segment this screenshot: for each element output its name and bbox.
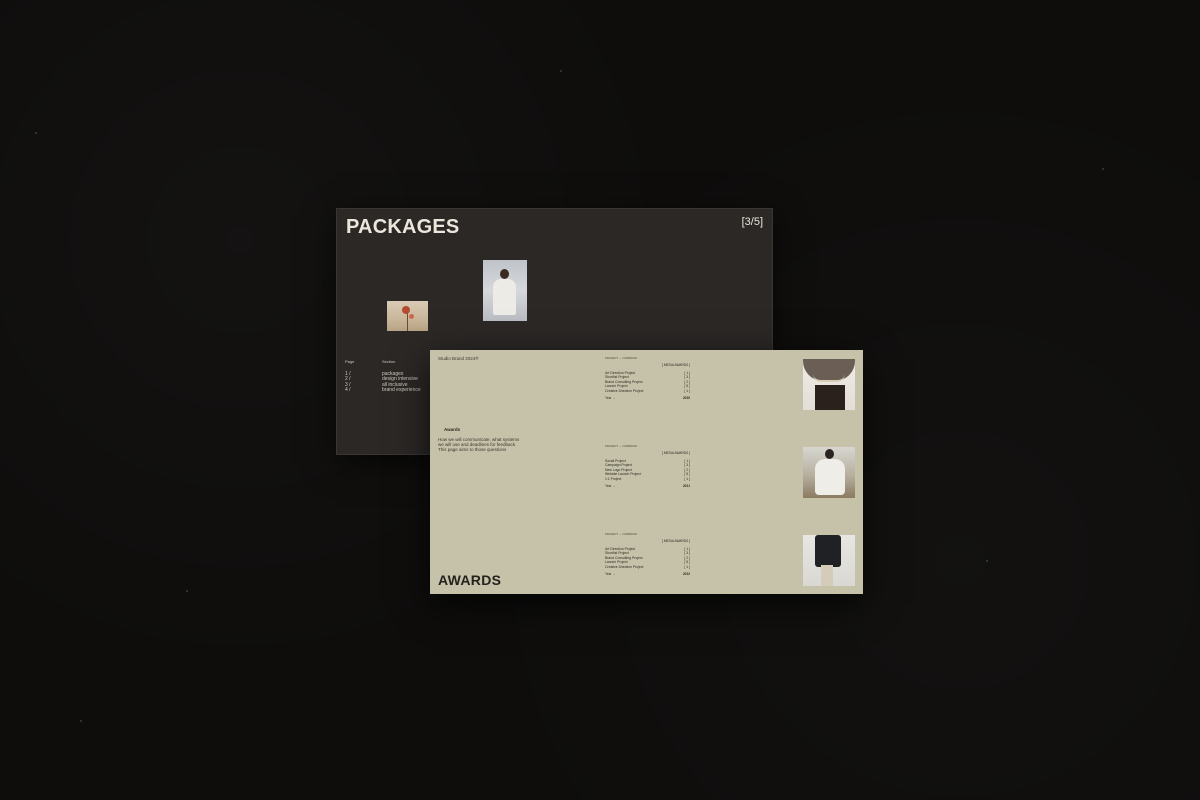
slide-counter: [3/5] bbox=[741, 216, 763, 228]
page-numbers-column: 1 / 2 / 3 / 4 / bbox=[345, 371, 351, 394]
dust-speck bbox=[1102, 168, 1104, 170]
section-name: brand experience bbox=[382, 387, 421, 394]
sweater-photo bbox=[803, 359, 855, 410]
awards-description: How we will communicate, what systems we… bbox=[438, 437, 520, 452]
dust-speck bbox=[560, 70, 562, 72]
awards-slide: Studio Brand 2024® Awards How we will co… bbox=[430, 350, 863, 594]
dust-speck bbox=[186, 590, 188, 592]
portrait-photo bbox=[483, 260, 527, 321]
section-column-header: Section bbox=[382, 359, 396, 364]
white-outfit-photo bbox=[803, 447, 855, 498]
page-column-header: Page bbox=[345, 359, 355, 364]
awards-group: PROJECT → CAMPAIGN [ MEDIA AWARDS ] Art … bbox=[605, 532, 690, 576]
packages-title: PACKAGES bbox=[346, 216, 460, 238]
group-kicker: PROJECT → CAMPAIGN bbox=[605, 532, 638, 536]
awards-label: Awards bbox=[444, 427, 461, 432]
flower-photo bbox=[387, 301, 428, 331]
award-row: Creative Direction Project[ 1 ] bbox=[605, 564, 690, 569]
group-footer: Year → 2021 bbox=[605, 484, 690, 489]
coat-photo bbox=[803, 535, 855, 586]
group-header: [ MEDIA AWARDS ] bbox=[662, 451, 690, 455]
awards-group: PROJECT → CAMPAIGN [ MEDIA AWARDS ] Art … bbox=[605, 356, 690, 400]
group-kicker: PROJECT → CAMPAIGN bbox=[605, 444, 638, 448]
dust-speck bbox=[35, 132, 37, 134]
awards-group: PROJECT → CAMPAIGN [ MEDIA AWARDS ] Soci… bbox=[605, 444, 690, 488]
group-footer: Year → 2022 bbox=[605, 572, 690, 577]
dust-speck bbox=[80, 720, 82, 722]
sections-column: packages design intensive all inclusive … bbox=[382, 371, 421, 394]
studio-brand: Studio Brand 2024® bbox=[438, 356, 479, 361]
group-footer: Year → 2020 bbox=[605, 396, 690, 401]
group-header: [ MEDIA AWARDS ] bbox=[662, 539, 690, 543]
group-header: [ MEDIA AWARDS ] bbox=[662, 363, 690, 367]
group-kicker: PROJECT → CAMPAIGN bbox=[605, 356, 638, 360]
dust-speck bbox=[986, 560, 988, 562]
award-row: 1:1 Project[ 1 ] bbox=[605, 476, 690, 481]
award-row: Creative Direction Project[ 1 ] bbox=[605, 388, 690, 393]
awards-title: AWARDS bbox=[438, 572, 502, 588]
page-number: 4 / bbox=[345, 387, 351, 394]
